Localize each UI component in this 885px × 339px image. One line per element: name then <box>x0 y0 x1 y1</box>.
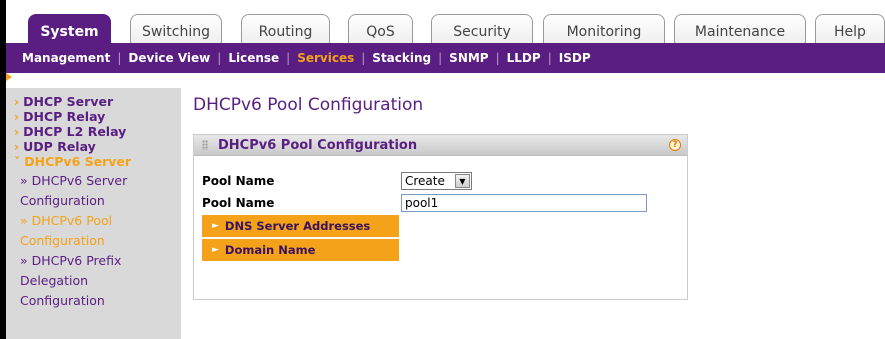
triangle-right-icon: ► <box>212 221 219 231</box>
pool-name-select-value: Create <box>405 174 445 188</box>
submenu-device-view[interactable]: Device View <box>128 51 210 65</box>
pool-name-input[interactable]: pool1 <box>401 194 647 212</box>
chevron-right-icon: › <box>14 94 20 109</box>
indicator-triangle-icon <box>6 73 12 81</box>
drag-grip-icon <box>202 140 208 150</box>
domain-name-label: Domain Name <box>224 243 316 257</box>
sidebar-subitem-dhcpv6-pool-config[interactable]: » DHCPv6 Pool Configuration <box>6 211 181 251</box>
sidebar-subitem-dhcpv6-prefix-delegation[interactable]: » DHCPv6 Prefix Delegation Configuration <box>6 251 181 311</box>
chevron-down-icon: ˅ <box>14 154 21 169</box>
chevron-right-icon: › <box>14 124 20 139</box>
pool-name-select-label: Pool Name <box>202 174 275 188</box>
page-title: DHCPv6 Pool Configuration <box>193 95 424 115</box>
sidebar-subitem-label: Configuration <box>20 293 105 308</box>
sidebar-item-dhcp-server[interactable]: › DHCP Server <box>6 94 181 109</box>
sidebar-item-label: DHCP Relay <box>23 109 106 124</box>
panel-header: DHCPv6 Pool Configuration ? <box>194 135 687 156</box>
sidebar-subitem-label: » DHCPv6 Server <box>20 173 128 188</box>
pool-name-select[interactable]: Create ▼ <box>401 172 472 190</box>
sidebar-subitem-label: Configuration <box>20 193 105 208</box>
sidebar-subitem-dhcpv6-server-config[interactable]: » DHCPv6 Server Configuration <box>6 171 181 211</box>
submenu-isdp[interactable]: ISDP <box>559 51 591 65</box>
main-tab-bar: System Switching Routing QoS Security Mo… <box>6 5 885 48</box>
dropdown-arrow-icon[interactable]: ▼ <box>455 174 470 188</box>
chevron-right-icon: › <box>14 109 20 124</box>
submenu-separator: | <box>438 51 443 65</box>
help-icon[interactable]: ? <box>669 139 681 151</box>
sidebar-item-label: DHCP Server <box>23 94 114 109</box>
sidebar-subitem-label: Configuration <box>20 233 105 248</box>
sidebar-subitem-label: Delegation <box>20 273 89 288</box>
submenu-services[interactable]: Services <box>297 51 354 65</box>
submenu-snmp[interactable]: SNMP <box>449 51 488 65</box>
sidebar-item-label: DHCP L2 Relay <box>23 124 127 139</box>
pool-name-input-label: Pool Name <box>202 196 275 210</box>
submenu-license[interactable]: License <box>228 51 279 65</box>
sidebar-item-udp-relay[interactable]: › UDP Relay <box>6 139 181 154</box>
sidebar-subitem-label: » DHCPv6 Prefix <box>20 253 122 268</box>
dns-server-addresses-label: DNS Server Addresses <box>224 219 371 233</box>
dns-server-addresses-toggle[interactable]: ► DNS Server Addresses <box>202 215 399 237</box>
sidebar-item-dhcp-l2-relay[interactable]: › DHCP L2 Relay <box>6 124 181 139</box>
sidebar-item-dhcp-relay[interactable]: › DHCP Relay <box>6 109 181 124</box>
submenu-separator: | <box>495 51 500 65</box>
panel-title: DHCPv6 Pool Configuration <box>218 137 418 153</box>
submenu-separator: | <box>547 51 552 65</box>
submenu-separator: | <box>217 51 222 65</box>
submenu-indicator <box>6 73 885 81</box>
submenu-management[interactable]: Management <box>22 51 110 65</box>
sidebar-subitem-label: » DHCPv6 Pool <box>20 213 113 228</box>
chevron-right-icon: › <box>14 139 20 154</box>
submenu-bar: Management | Device View | License | Ser… <box>6 43 885 73</box>
triangle-right-icon: ► <box>212 245 219 255</box>
submenu-separator: | <box>361 51 366 65</box>
submenu-stacking[interactable]: Stacking <box>372 51 431 65</box>
sidebar: › DHCP Server › DHCP Relay › DHCP L2 Relay … <box>6 88 181 339</box>
submenu-separator: | <box>117 51 122 65</box>
config-panel: DHCPv6 Pool Configuration ? Pool Name Cr… <box>193 134 688 300</box>
submenu-separator: | <box>286 51 291 65</box>
domain-name-toggle[interactable]: ► Domain Name <box>202 239 399 261</box>
submenu-lldp[interactable]: LLDP <box>507 51 541 65</box>
sidebar-item-label: UDP Relay <box>23 139 96 154</box>
sidebar-item-label: DHCPv6 Server <box>24 154 132 169</box>
sidebar-item-dhcpv6-server[interactable]: ˅ DHCPv6 Server <box>6 154 181 169</box>
